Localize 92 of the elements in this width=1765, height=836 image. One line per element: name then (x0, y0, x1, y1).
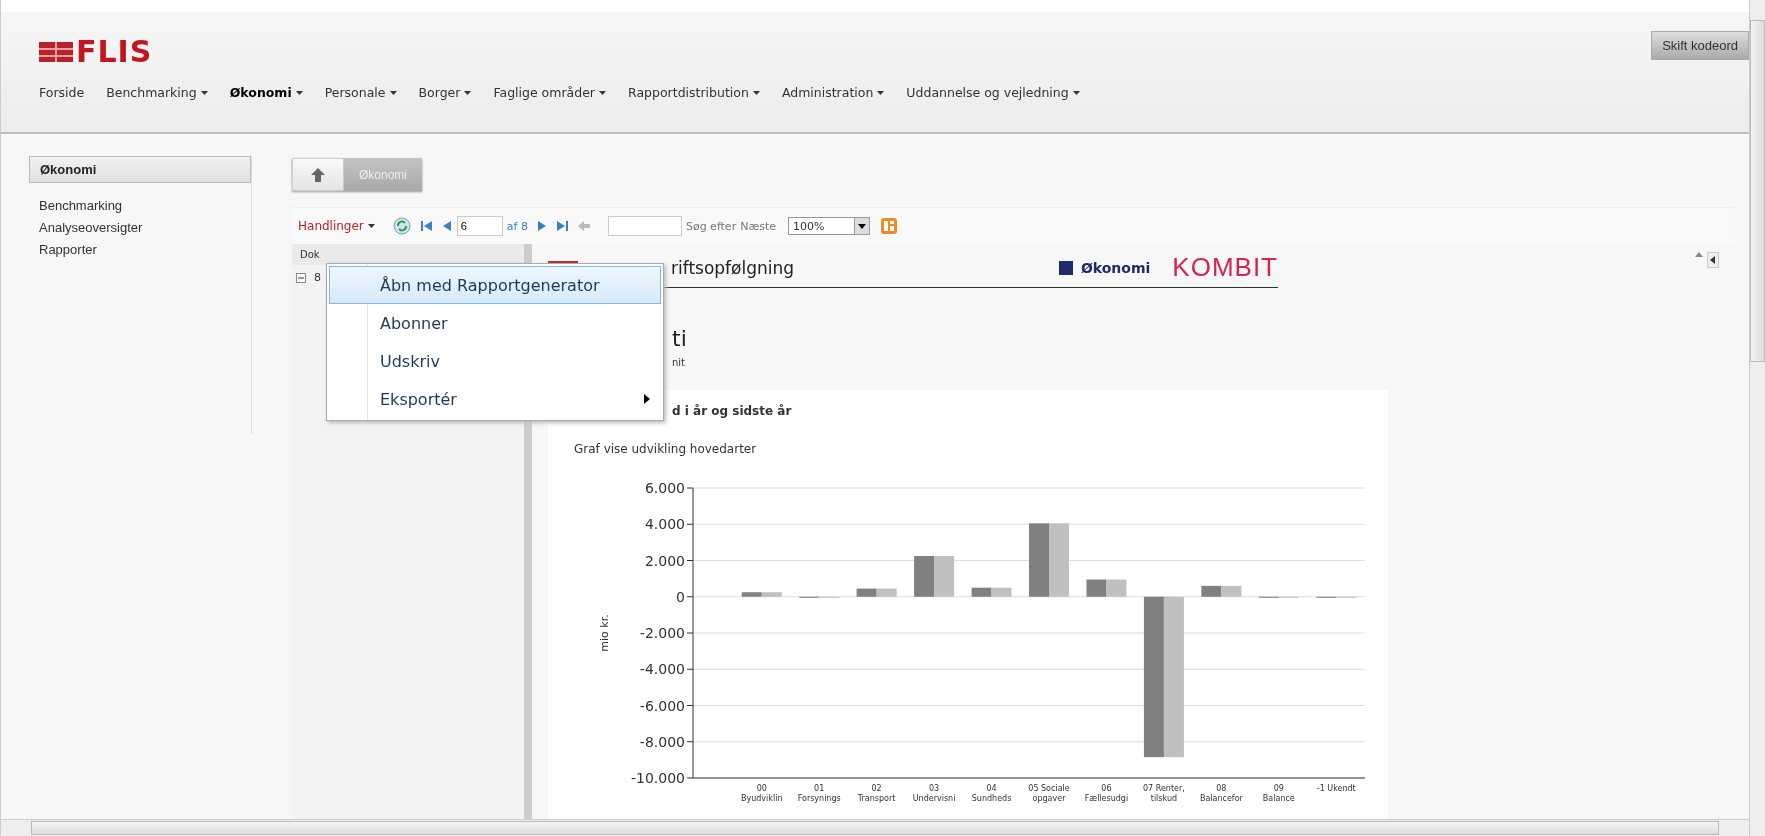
next-link[interactable]: Næste (740, 219, 776, 233)
y-tick-label: 2.000 (644, 552, 685, 569)
menu-item[interactable]: Udskriv (329, 342, 661, 380)
bar (1201, 585, 1222, 597)
x-tick-label: 06 Fællesudgi (1084, 784, 1129, 803)
bar (1221, 585, 1242, 597)
section-label: Økonomi (1080, 259, 1151, 276)
x-tick-label: 04 Sundheds (971, 784, 1012, 803)
scrollbar-thumb[interactable] (31, 821, 1719, 835)
caret-icon[interactable] (389, 90, 397, 95)
sidebar-item[interactable]: Benchmarking (29, 195, 251, 217)
actions-menu-button[interactable]: Handlinger (298, 219, 364, 233)
x-tick-label: 09 Balance (1262, 784, 1295, 803)
change-password-button[interactable]: Skift kodeord (1651, 31, 1749, 60)
y-tick-label: 4.000 (644, 516, 685, 533)
y-tick-label: -8.000 (639, 733, 685, 750)
report-subtext: nit (672, 357, 687, 368)
nav-menu-item[interactable]: Økonomi (229, 85, 292, 100)
sidebar-item[interactable]: Rapporter (29, 239, 251, 261)
y-tick-label: 6.000 (644, 480, 685, 496)
y-tick-label: -2.000 (639, 625, 685, 641)
caret-icon[interactable] (599, 90, 606, 95)
caret-icon[interactable] (752, 90, 760, 95)
menu-item[interactable]: Åbn med Rapportgenerator (329, 266, 661, 304)
report-title: riftsopfølgning (671, 257, 795, 278)
bar (876, 588, 897, 597)
nav-menu-item[interactable]: Benchmarking (106, 85, 197, 100)
scrollbar-thumb[interactable] (1750, 20, 1765, 362)
menu-item[interactable]: Eksportér (329, 380, 661, 418)
next-page-icon[interactable] (537, 220, 546, 232)
document-map-header: Dok (292, 244, 524, 265)
nav-menu-item[interactable]: Administration (781, 85, 874, 100)
x-tick-label: 01 Forsynings (797, 784, 841, 803)
nav-menu-item[interactable]: Uddannelse og vejledning (906, 85, 1069, 100)
caret-icon[interactable] (367, 224, 375, 228)
scroll-up-icon[interactable] (1695, 252, 1703, 257)
chart-caption: Graf vise udvikling hovedarter (574, 442, 758, 456)
menu-item[interactable]: Abonner (329, 304, 661, 342)
bar (934, 555, 955, 597)
nav-menu-item[interactable]: Faglige områder (493, 85, 595, 100)
caret-icon[interactable] (877, 90, 885, 95)
first-page-icon[interactable] (420, 220, 433, 232)
nav-menu-item[interactable]: Rapportdistribution (628, 85, 749, 100)
x-tick-label: 05 Sociale opgaver (1028, 784, 1070, 803)
home-button[interactable] (292, 158, 344, 191)
last-page-icon[interactable] (555, 220, 568, 232)
refresh-icon[interactable] (392, 217, 411, 235)
bar (914, 555, 935, 597)
bar (991, 587, 1012, 597)
search-link[interactable]: Søg efter (685, 219, 737, 233)
search-field[interactable] (607, 216, 682, 236)
nav-menu-item[interactable]: Personale (324, 85, 386, 100)
export-icon[interactable] (880, 217, 898, 235)
square-icon (1058, 260, 1073, 275)
bar (1106, 579, 1127, 597)
caret-icon[interactable] (464, 90, 472, 95)
y-axis-label: mio kr. (598, 614, 611, 652)
x-tick-label: 03 Undervisni (912, 784, 956, 803)
brand-logo-text: KOMBIT (1172, 252, 1278, 283)
home-icon (311, 167, 325, 182)
logo-text: FLIS (76, 34, 153, 69)
vertical-scrollbar[interactable] (1749, 0, 1765, 836)
bar (856, 588, 877, 597)
minus-box-icon[interactable] (296, 272, 306, 283)
previous-page-icon[interactable] (442, 220, 451, 232)
x-tick-label: -1 Ukendt (1316, 784, 1356, 793)
report-heading: ti (672, 326, 688, 351)
bar (971, 587, 992, 597)
zoom-dropdown[interactable]: 100% (788, 217, 870, 235)
page-total-text: af 8 (506, 219, 528, 233)
y-tick-label: -4.000 (639, 661, 685, 678)
y-tick-label: -6.000 (639, 697, 685, 714)
caret-icon[interactable] (295, 90, 303, 95)
page-number-field[interactable]: 6 (456, 216, 503, 236)
logo-icon (39, 39, 73, 64)
chart-heading: d i år og sidste år (672, 404, 793, 418)
nav-menu-item[interactable]: Borger (418, 85, 461, 100)
nav-menu-item[interactable]: Forside (39, 85, 85, 100)
caret-icon[interactable] (1072, 90, 1080, 95)
sidebar-title: Økonomi (29, 156, 251, 183)
x-tick-label: 07 Renter, tilskud (1143, 784, 1185, 803)
tree-node-label[interactable]: 8 (314, 271, 321, 284)
x-tick-label: 02 Transport (857, 784, 896, 803)
sidebar-item[interactable]: Analyseoversigter (29, 217, 251, 239)
horizontal-scrollbar[interactable] (1, 819, 1749, 836)
caret-icon[interactable] (200, 90, 208, 95)
x-tick-label: 00 Byudviklin (741, 784, 783, 803)
bar (1086, 579, 1107, 597)
y-tick-label: 0 (676, 588, 685, 605)
y-tick-label: -10.000 (630, 770, 685, 786)
x-tick-label: 08 Balancefor (1199, 784, 1243, 803)
dropdown-arrow-icon[interactable] (854, 218, 869, 234)
